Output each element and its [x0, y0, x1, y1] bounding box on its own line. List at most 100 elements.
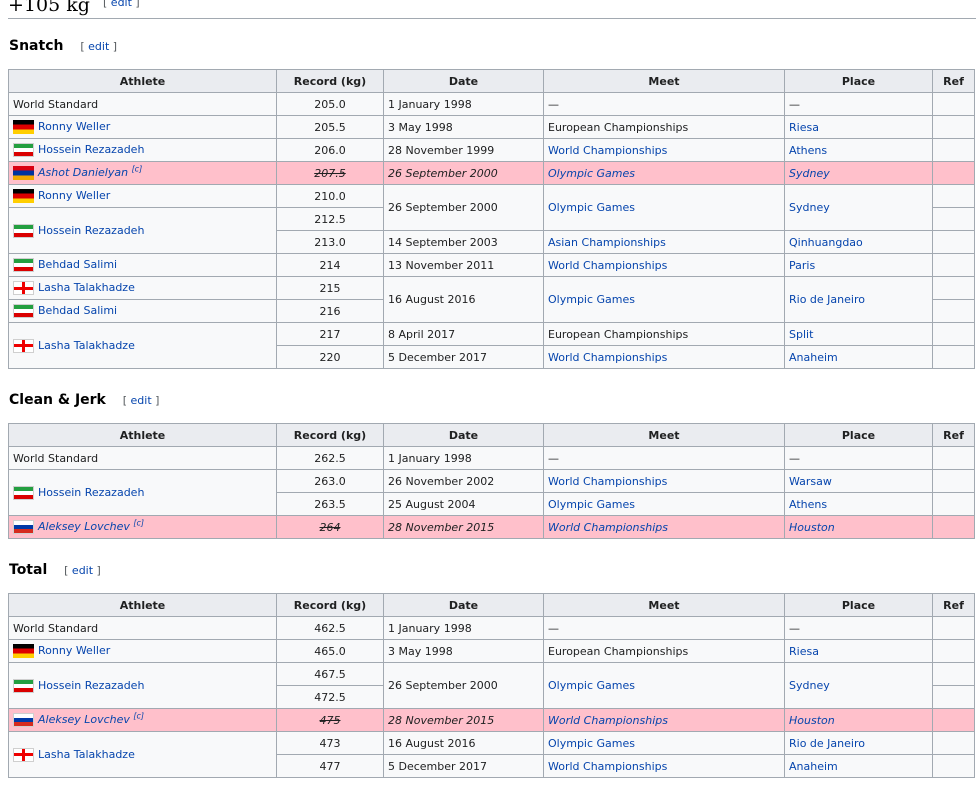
column-header-meet[interactable]: Meet — [543, 69, 785, 93]
date-cell: 3 May 1998 — [383, 115, 544, 139]
edit-link[interactable]: edit — [88, 40, 109, 53]
column-header-record[interactable]: Record (kg) — [276, 69, 384, 93]
date-cell: 16 August 2016 — [383, 731, 544, 755]
athlete-cell: Lasha Talakhadze — [8, 731, 277, 778]
meet-link[interactable]: Asian Championships — [548, 236, 666, 249]
meet-link[interactable]: World Championships — [548, 760, 667, 773]
meet-cell: European Championships — [543, 115, 785, 139]
column-header-athlete[interactable]: Athlete — [8, 69, 277, 93]
athlete-cell: Hossein Rezazadeh — [8, 138, 277, 162]
place-link[interactable]: Qinhuangdao — [789, 236, 863, 249]
record-cell: 217 — [276, 322, 384, 346]
athlete-link[interactable]: Hossein Rezazadeh — [38, 143, 144, 156]
column-header-date[interactable]: Date — [383, 593, 544, 617]
meet-cell: — — [543, 92, 785, 116]
athlete-link[interactable]: Aleksey Lovchev — [38, 520, 130, 533]
date-cell: 3 May 1998 — [383, 639, 544, 663]
meet-link[interactable]: Olympic Games — [548, 201, 635, 214]
place-link[interactable]: Athens — [789, 498, 827, 511]
column-header-place[interactable]: Place — [784, 593, 933, 617]
place-link[interactable]: Rio de Janeiro — [789, 293, 865, 306]
place-cell: Sydney — [784, 662, 933, 709]
athlete-link[interactable]: Hossein Rezazadeh — [38, 486, 144, 499]
flag-iran-icon — [13, 304, 34, 318]
place-link[interactable]: Paris — [789, 259, 815, 272]
place-link[interactable]: Riesa — [789, 121, 819, 134]
place-link[interactable]: Sydney — [789, 201, 830, 214]
athlete-link[interactable]: Ashot Danielyan — [38, 166, 128, 179]
meet-cell: — — [543, 446, 785, 470]
meet-cell: European Championships — [543, 639, 785, 663]
meet-link[interactable]: Olympic Games — [548, 167, 635, 180]
place-cell: Split — [784, 322, 933, 346]
footnote-link[interactable]: [c] — [133, 711, 144, 720]
column-header-meet[interactable]: Meet — [543, 593, 785, 617]
place-link[interactable]: Houston — [789, 521, 835, 534]
meet-link[interactable]: Olympic Games — [548, 737, 635, 750]
column-header-meet[interactable]: Meet — [543, 423, 785, 447]
athlete-link[interactable]: Lasha Talakhadze — [38, 748, 135, 761]
place-link[interactable]: Athens — [789, 144, 827, 157]
edit-link[interactable]: edit — [111, 0, 132, 9]
meet-link[interactable]: World Championships — [548, 475, 667, 488]
place-link[interactable]: Sydney — [789, 167, 830, 180]
place-link[interactable]: Sydney — [789, 679, 830, 692]
column-header-record[interactable]: Record (kg) — [276, 593, 384, 617]
meet-link[interactable]: World Championships — [548, 714, 668, 727]
edit-section-link[interactable]: [ edit ] — [123, 394, 160, 407]
place-link[interactable]: Anaheim — [789, 351, 838, 364]
athlete-link[interactable]: Lasha Talakhadze — [38, 339, 135, 352]
edit-section-link[interactable]: [ edit ] — [80, 40, 117, 53]
ref-cell — [932, 345, 975, 369]
meet-link[interactable]: World Championships — [548, 259, 667, 272]
athlete-link[interactable]: Ronny Weller — [38, 644, 110, 657]
flag-georgia-icon — [13, 338, 34, 353]
edit-section-link[interactable]: [ edit ] — [64, 564, 101, 577]
meet-cell: World Championships — [543, 754, 785, 778]
meet-link[interactable]: World Championships — [548, 351, 667, 364]
edit-link[interactable]: edit — [131, 394, 152, 407]
column-header-place[interactable]: Place — [784, 69, 933, 93]
column-header-date[interactable]: Date — [383, 69, 544, 93]
athlete-link[interactable]: Lasha Talakhadze — [38, 281, 135, 294]
meet-link[interactable]: Olympic Games — [548, 679, 635, 692]
column-header-record[interactable]: Record (kg) — [276, 423, 384, 447]
athlete-link[interactable]: Ronny Weller — [38, 189, 110, 202]
athlete-link[interactable]: Hossein Rezazadeh — [38, 679, 144, 692]
meet-link[interactable]: Olympic Games — [548, 293, 635, 306]
place-link[interactable]: Split — [789, 328, 813, 341]
athlete-link[interactable]: Aleksey Lovchev — [38, 713, 130, 726]
weight-class-title: +105 kg — [8, 0, 90, 16]
place-cell: Houston — [784, 515, 933, 539]
date-cell: 28 November 2015 — [383, 708, 544, 732]
footnote-link[interactable]: [c] — [132, 164, 143, 173]
date-cell: 28 November 1999 — [383, 138, 544, 162]
athlete-cell: Ronny Weller — [8, 639, 277, 663]
record-cell: 472.5 — [276, 685, 384, 709]
meet-link[interactable]: Olympic Games — [548, 498, 635, 511]
clean-jerk-records-table: Athlete Record (kg) Date Meet Place Ref … — [8, 423, 975, 539]
footnote-link[interactable]: [c] — [133, 518, 144, 527]
column-header-athlete[interactable]: Athlete — [8, 423, 277, 447]
athlete-cell: Behdad Salimi — [8, 299, 277, 323]
meet-link[interactable]: World Championships — [548, 521, 668, 534]
place-link[interactable]: Rio de Janeiro — [789, 737, 865, 750]
place-link[interactable]: Warsaw — [789, 475, 832, 488]
date-cell: 5 December 2017 — [383, 345, 544, 369]
edit-section-link[interactable]: [ edit ] — [103, 0, 140, 9]
athlete-link[interactable]: Behdad Salimi — [38, 258, 117, 271]
column-header-place[interactable]: Place — [784, 423, 933, 447]
column-header-athlete[interactable]: Athlete — [8, 593, 277, 617]
place-link[interactable]: Houston — [789, 714, 835, 727]
place-link[interactable]: Riesa — [789, 645, 819, 658]
athlete-link[interactable]: Hossein Rezazadeh — [38, 224, 144, 237]
edit-link[interactable]: edit — [72, 564, 93, 577]
athlete-link[interactable]: Behdad Salimi — [38, 304, 117, 317]
column-header-date[interactable]: Date — [383, 423, 544, 447]
place-link[interactable]: Anaheim — [789, 760, 838, 773]
athlete-link[interactable]: Ronny Weller — [38, 120, 110, 133]
meet-link[interactable]: World Championships — [548, 144, 667, 157]
ref-cell — [932, 446, 975, 470]
ref-cell — [932, 616, 975, 640]
record-cell: 206.0 — [276, 138, 384, 162]
